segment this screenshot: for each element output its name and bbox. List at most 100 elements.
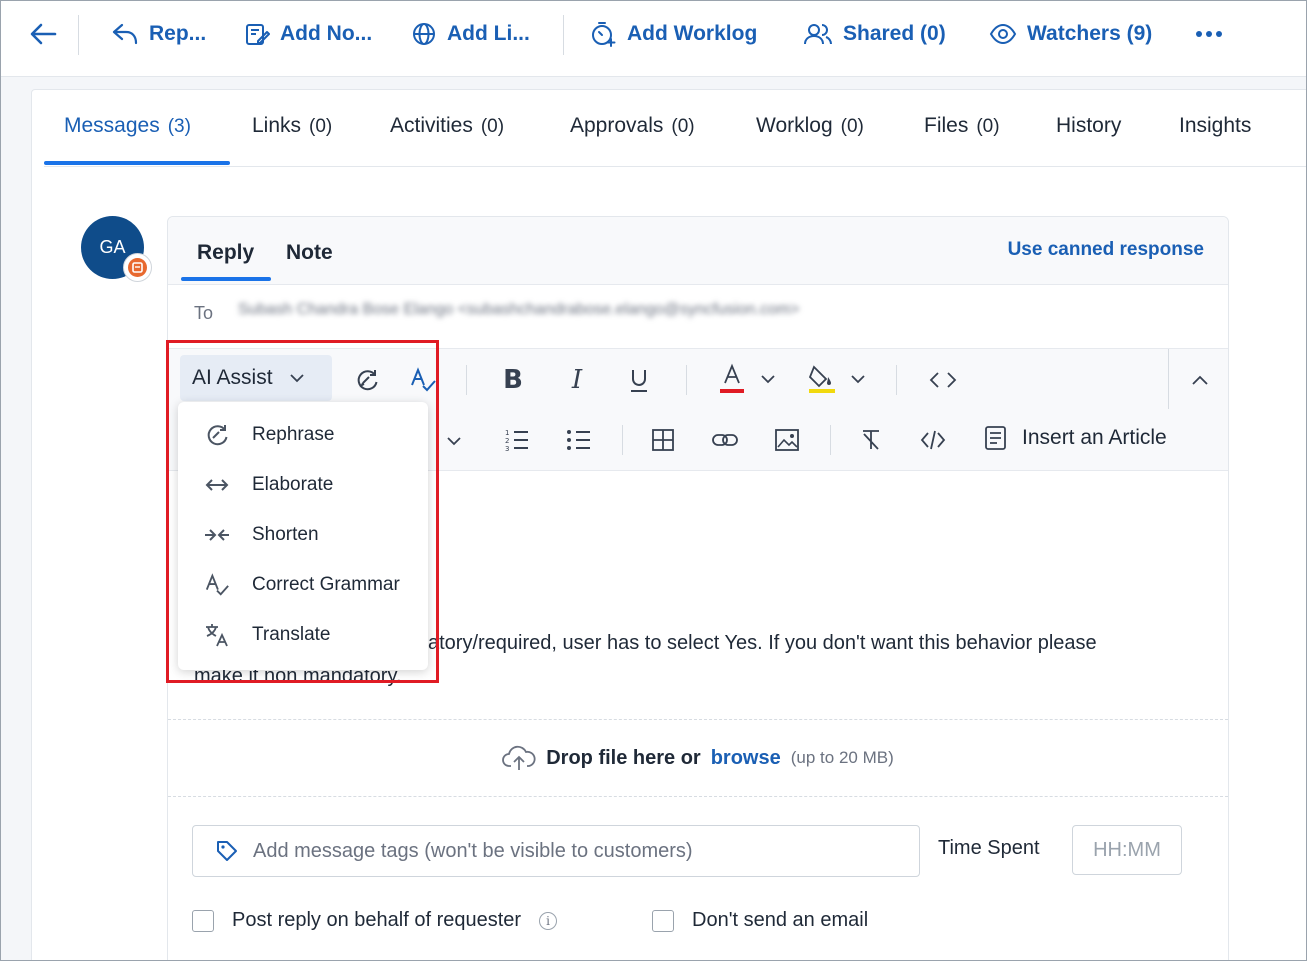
image-icon — [775, 429, 799, 451]
svg-text:1: 1 — [505, 429, 509, 437]
tab-note[interactable]: Note — [286, 241, 333, 265]
tab-links[interactable]: Links (0) — [252, 114, 332, 138]
font-color-dropdown[interactable] — [758, 371, 778, 387]
shared-label: Shared (0) — [843, 22, 946, 45]
tab-activities[interactable]: Activities (0) — [390, 114, 504, 138]
tab-messages[interactable]: Messages (3) — [64, 114, 191, 138]
highlight-color-dropdown[interactable] — [848, 371, 868, 387]
grammar-icon — [205, 573, 229, 596]
format-dropdown[interactable] — [444, 433, 464, 449]
article-icon — [985, 426, 1006, 450]
info-icon[interactable]: i — [539, 911, 558, 930]
file-drop-zone[interactable]: Drop file here or browse (up to 20 MB) — [168, 719, 1228, 797]
menu-item-translate[interactable]: Translate — [204, 620, 331, 650]
tab-count: (0) — [480, 116, 505, 137]
menu-item-rephrase[interactable]: Rephrase — [204, 420, 334, 450]
tab-label: Links — [252, 114, 302, 137]
code-block-button[interactable] — [918, 425, 948, 455]
add-note-button[interactable]: Add No... — [244, 19, 372, 49]
chevron-down-icon — [761, 375, 775, 384]
toolbar-divider — [466, 365, 467, 395]
tag-icon — [217, 841, 237, 861]
underline-button[interactable] — [624, 363, 654, 397]
dont-send-checkbox[interactable] — [652, 909, 674, 932]
grammar-toolbar-button[interactable] — [408, 365, 438, 395]
reply-button[interactable]: Rep... — [111, 19, 206, 49]
tab-reply[interactable]: Reply — [197, 241, 254, 265]
to-recipient[interactable]: Subash Chandra Bose Elango <subashchandr… — [238, 301, 800, 319]
add-worklog-button[interactable]: Add Worklog — [589, 19, 757, 49]
tab-history[interactable]: History — [1056, 114, 1121, 138]
insert-link-button[interactable] — [710, 425, 740, 455]
insert-article-button[interactable]: Insert an Article — [984, 425, 1167, 451]
bullet-list-button[interactable] — [564, 425, 594, 455]
collapse-toolbar-button[interactable] — [1186, 367, 1214, 393]
shared-button[interactable]: Shared (0) — [803, 19, 946, 49]
paint-bucket-icon — [808, 365, 835, 393]
timer-add-icon — [592, 22, 616, 47]
rephrase-toolbar-button[interactable] — [352, 365, 382, 395]
table-icon — [652, 429, 674, 451]
tab-count: (0) — [840, 116, 864, 137]
tab-count: (0) — [976, 116, 1000, 137]
post-behalf-checkbox[interactable] — [192, 909, 214, 932]
add-note-label: Add No... — [280, 22, 373, 45]
tab-files[interactable]: Files (0) — [924, 114, 1000, 138]
detail-tabs: Messages (3) Links (0) Activities (0) Appro… — [44, 90, 1306, 167]
ai-assist-menu: Rephrase Elaborate Shorten Correct Gramm… — [178, 402, 428, 670]
clear-format-button[interactable] — [856, 425, 886, 455]
to-label: To — [194, 303, 214, 323]
dont-send-option[interactable]: Don't send an email — [652, 909, 868, 932]
time-spent-input[interactable]: HH:MM — [1072, 825, 1182, 875]
italic-button[interactable]: I — [562, 363, 592, 397]
menu-item-elaborate[interactable]: Elaborate — [204, 470, 333, 500]
tab-count: (0) — [309, 116, 333, 137]
avatar-source-badge — [123, 253, 152, 282]
font-color-icon — [720, 363, 744, 393]
chevron-down-icon — [447, 437, 461, 446]
canned-response-link[interactable]: Use canned response — [1008, 239, 1204, 261]
ai-assist-label: AI Assist — [192, 366, 273, 389]
source-code-button[interactable] — [926, 365, 960, 395]
tab-insights[interactable]: Insights — [1179, 114, 1251, 138]
post-behalf-option[interactable]: Post reply on behalf of requester i — [192, 909, 558, 932]
menu-item-label: Elaborate — [252, 474, 334, 495]
add-link-button[interactable]: Add Li... — [411, 19, 530, 49]
menu-item-correct-grammar[interactable]: Correct Grammar — [204, 570, 400, 600]
highlight-color-button[interactable] — [804, 361, 838, 397]
chevron-down-icon — [289, 374, 304, 383]
toolbar-divider — [896, 365, 897, 395]
browse-link[interactable]: browse — [711, 747, 781, 770]
ai-assist-dropdown[interactable]: AI Assist — [180, 355, 332, 401]
chevron-up-icon — [1192, 375, 1208, 385]
bold-button[interactable]: B — [498, 363, 528, 397]
menu-item-shorten[interactable]: Shorten — [204, 520, 319, 550]
translate-icon — [206, 624, 228, 647]
insert-article-label: Insert an Article — [1022, 426, 1167, 449]
message-tags-input[interactable]: Add message tags (won't be visible to cu… — [192, 825, 920, 877]
insert-image-button[interactable] — [772, 425, 802, 455]
grammar-icon — [411, 367, 436, 392]
toolbar-divider — [622, 425, 623, 455]
tab-label: Activities — [390, 114, 473, 137]
more-horizontal-icon — [1196, 31, 1222, 37]
recipient-row: To Subash Chandra Bose Elango <subashcha… — [168, 285, 1228, 349]
insert-table-button[interactable] — [648, 425, 678, 455]
font-color-button[interactable] — [716, 361, 748, 397]
active-composer-tab-indicator — [181, 277, 271, 281]
note-edit-icon — [246, 24, 270, 45]
watchers-label: Watchers (9) — [1027, 22, 1153, 45]
more-actions-button[interactable] — [1195, 19, 1223, 49]
tab-worklog[interactable]: Worklog (0) — [756, 114, 864, 138]
drop-text: Drop file here or — [546, 746, 701, 769]
tab-approvals[interactable]: Approvals (0) — [570, 114, 695, 138]
numbered-list-button[interactable]: 123 — [502, 425, 532, 455]
watchers-button[interactable]: Watchers (9) — [989, 19, 1152, 49]
tab-label: History — [1056, 114, 1122, 137]
italic-icon: I — [571, 365, 583, 395]
unordered-list-icon — [567, 430, 590, 450]
back-button[interactable] — [29, 19, 57, 49]
clear-format-icon — [863, 430, 879, 450]
rephrase-icon — [207, 425, 228, 446]
ticket-window: Rep... Add No... Add Li... Add Worklog S… — [0, 0, 1307, 961]
